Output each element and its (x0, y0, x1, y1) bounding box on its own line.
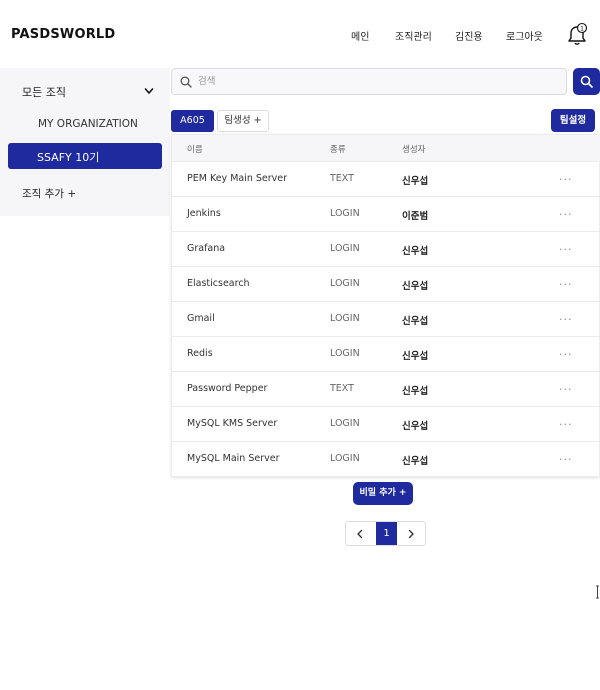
table-row[interactable]: Elasticsearch LOGIN 신우섭 ... (172, 266, 600, 301)
table-row[interactable]: Password Pepper TEXT 신우섭 ... (172, 371, 600, 406)
table-row[interactable]: MySQL Main Server LOGIN 신우섭 ... (172, 441, 600, 476)
secrets-table: 이름 종류 생성자 PEM Key Main Server TEXT 신우섭 .… (171, 134, 600, 477)
row-name: MySQL Main Server (187, 453, 280, 464)
team-settings-button[interactable]: 팀설정 (551, 109, 595, 132)
brand-logo[interactable]: PASDSWORLD (11, 27, 115, 42)
row-creator: 신우섭 (402, 351, 429, 362)
more-options-icon[interactable]: ... (559, 345, 573, 358)
row-name: Elasticsearch (187, 278, 250, 289)
table-row[interactable]: PEM Key Main Server TEXT 신우섭 ... (172, 161, 600, 196)
table-row[interactable]: MySQL KMS Server LOGIN 신우섭 ... (172, 406, 600, 441)
add-secret-button[interactable]: 비밀 추가 + (353, 482, 413, 505)
row-type: LOGIN (330, 418, 360, 429)
text-cursor-icon (596, 585, 599, 599)
more-options-icon[interactable]: ... (559, 450, 573, 463)
column-header-name: 이름 (187, 145, 203, 155)
bell-icon: 1 (568, 22, 588, 45)
column-header-type: 종류 (330, 145, 346, 155)
nav-main[interactable]: 메인 (351, 28, 369, 43)
sidebar-item-my-organization[interactable]: MY ORGANIZATION (38, 118, 138, 130)
row-creator: 신우섭 (402, 281, 429, 292)
notification-count: 1 (580, 25, 584, 32)
search-input[interactable] (198, 73, 548, 90)
row-creator: 신우섭 (402, 386, 429, 397)
sidebar-item-ssafy[interactable]: SSAFY 10기 (8, 143, 162, 169)
notification-button[interactable]: 1 (564, 22, 590, 48)
search-icon (580, 75, 593, 88)
row-creator: 신우섭 (402, 316, 429, 327)
pagination: 1 (345, 521, 426, 546)
row-type: TEXT (330, 173, 354, 184)
row-name: PEM Key Main Server (187, 173, 288, 184)
create-team-button[interactable]: 팀생성 + (217, 110, 269, 132)
row-type: LOGIN (330, 313, 360, 324)
chevron-left-icon (357, 529, 363, 539)
row-type: LOGIN (330, 278, 360, 289)
table-row[interactable]: Grafana LOGIN 신우섭 ... (172, 231, 600, 266)
search-icon (180, 76, 192, 88)
row-type: LOGIN (330, 208, 360, 219)
nav-org-management[interactable]: 조직관리 (395, 28, 432, 43)
tab-a605[interactable]: A605 (171, 110, 214, 132)
row-type: LOGIN (330, 453, 360, 464)
row-type: LOGIN (330, 243, 360, 254)
more-options-icon[interactable]: ... (559, 415, 573, 428)
table-row[interactable]: Redis LOGIN 신우섭 ... (172, 336, 600, 371)
header: PASDSWORLD 메인 조직관리 김진용 로그아웃 1 (0, 0, 600, 68)
next-page-button[interactable] (397, 522, 425, 545)
table-row[interactable]: Jenkins LOGIN 이준범 ... (172, 196, 600, 231)
more-options-icon[interactable]: ... (559, 170, 573, 183)
all-orgs-toggle[interactable]: 모든 조직 (0, 80, 170, 102)
row-type: TEXT (330, 383, 354, 394)
row-creator: 신우섭 (402, 246, 429, 257)
more-options-icon[interactable]: ... (559, 380, 573, 393)
chevron-down-icon (144, 88, 154, 94)
nav-user-name[interactable]: 김진용 (455, 28, 483, 43)
row-name: Redis (187, 348, 213, 359)
prev-page-button[interactable] (346, 522, 376, 545)
table-header: 이름 종류 생성자 (172, 135, 600, 161)
row-creator: 이준범 (402, 211, 429, 222)
chevron-right-icon (408, 529, 414, 539)
more-options-icon[interactable]: ... (559, 275, 573, 288)
row-creator: 신우섭 (402, 456, 429, 467)
row-name: Password Pepper (187, 383, 268, 394)
row-name: Gmail (187, 313, 215, 324)
more-options-icon[interactable]: ... (559, 205, 573, 218)
table-row[interactable]: Gmail LOGIN 신우섭 ... (172, 301, 600, 336)
row-creator: 신우섭 (402, 421, 429, 432)
column-header-creator: 생성자 (402, 145, 426, 155)
search-button[interactable] (573, 68, 600, 95)
row-name: Jenkins (187, 208, 221, 219)
page-number[interactable]: 1 (376, 522, 397, 545)
row-type: LOGIN (330, 348, 360, 359)
row-creator: 신우섭 (402, 176, 429, 187)
more-options-icon[interactable]: ... (559, 240, 573, 253)
sidebar-item-label: SSAFY 10기 (37, 151, 100, 164)
search-bar (171, 68, 567, 95)
all-orgs-label: 모든 조직 (22, 86, 66, 99)
add-org-button[interactable]: 조직 추가 + (22, 186, 76, 201)
nav-logout[interactable]: 로그아웃 (506, 28, 543, 43)
more-options-icon[interactable]: ... (559, 310, 573, 323)
row-name: MySQL KMS Server (187, 418, 278, 429)
row-name: Grafana (187, 243, 226, 254)
sidebar: 모든 조직 MY ORGANIZATION SSAFY 10기 조직 추가 + (0, 68, 170, 216)
